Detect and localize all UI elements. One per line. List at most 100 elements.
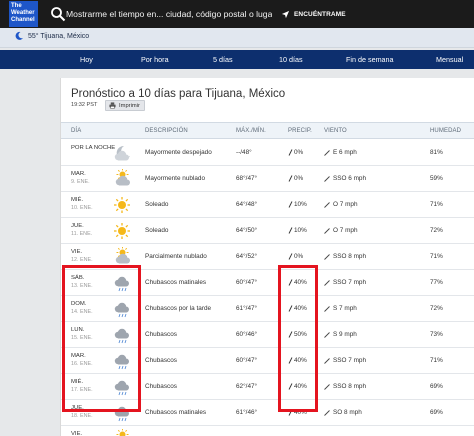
precip-value: 40% xyxy=(294,279,307,286)
max-min-temp: 60°/46° xyxy=(236,331,258,338)
humidity-value: 71% xyxy=(430,253,443,260)
wind-cell: SSO 6 mph xyxy=(324,175,366,182)
day-label: MIÉ. xyxy=(71,197,84,203)
tab-5-dias[interactable]: 5 días xyxy=(213,55,233,64)
date-label: 18. ENE. xyxy=(71,413,93,419)
print-label: Imprimir xyxy=(119,102,140,109)
humidity-value: 71% xyxy=(430,201,443,208)
raindrop-icon xyxy=(288,227,293,234)
precip-cell: 0% xyxy=(288,149,303,156)
raindrop-icon xyxy=(288,357,293,364)
wind-arrow-icon xyxy=(324,305,330,312)
max-min-temp: 68°/47° xyxy=(236,175,258,182)
wind-value: SSO 7 mph xyxy=(333,279,367,286)
moon-icon xyxy=(15,31,23,40)
locate-me-label: ENCUÉNTRAME xyxy=(294,10,346,18)
humidity-value: 71% xyxy=(430,357,443,364)
header-precip[interactable]: PRECIP. xyxy=(288,128,312,134)
locate-me-button[interactable]: ENCUÉNTRAME xyxy=(281,8,346,20)
showers-icon xyxy=(114,380,129,396)
max-min-temp: 62°/47° xyxy=(236,383,258,390)
forecast-timestamp: 19:32 PST xyxy=(71,102,98,108)
day-label: MAR. xyxy=(71,171,86,177)
day-label: JUE. xyxy=(71,405,84,411)
forecast-row[interactable]: LUN. 15. ENE. Chubascos 60°/46° 50% S 9 mph 73… xyxy=(61,322,474,348)
wind-cell: SO 8 mph xyxy=(324,409,362,416)
print-button[interactable]: Imprimir xyxy=(105,100,145,111)
wind-arrow-icon xyxy=(324,227,330,234)
forecast-row[interactable]: MIÉ. 10. ENE. Soleado 64°/48° 10% O 7 mph 71% xyxy=(61,192,474,218)
precip-value: 40% xyxy=(294,305,307,312)
precip-value: 40% xyxy=(294,357,307,364)
current-location-label: 55° Tijuana, México xyxy=(28,32,90,40)
wind-value: S 9 mph xyxy=(333,331,357,338)
precip-cell: 40% xyxy=(288,383,307,390)
sunny-icon xyxy=(114,197,130,213)
forecast-row[interactable]: SÁB. 13. ENE. Chubascos matinales 60°/47° 40… xyxy=(61,270,474,296)
description-text: Chubascos por la tarde xyxy=(145,305,212,312)
max-min-temp: 60°/47° xyxy=(236,279,258,286)
forecast-row[interactable]: POR LA NOCHE Mayormente despejado --/48° 0%… xyxy=(61,140,474,166)
current-location-item[interactable]: 55° Tijuana, México xyxy=(14,31,89,41)
raindrop-icon xyxy=(288,201,293,208)
logo-line: Channel xyxy=(11,17,35,24)
search-icon[interactable] xyxy=(50,6,66,22)
precip-cell: 0% xyxy=(288,253,303,260)
header-wind[interactable]: VIENTO xyxy=(324,128,347,134)
header-maxmin[interactable]: MÁX./MÍN. xyxy=(236,128,266,134)
forecast-row[interactable]: JUE. 11. ENE. Soleado 64°/50° 10% O 7 mph 72% xyxy=(61,218,474,244)
tab-mensual[interactable]: Mensual xyxy=(436,55,463,64)
wind-value: SO 8 mph xyxy=(333,409,362,416)
tab-por-hora[interactable]: Por hora xyxy=(141,55,169,64)
precip-cell: 40% xyxy=(288,279,307,286)
forecast-row[interactable]: MIÉ. 17. ENE. Chubascos 62°/47° 40% SSO 8 mph… xyxy=(61,374,474,400)
header-description[interactable]: DESCRIPCIÓN xyxy=(145,128,188,134)
header-humidity[interactable]: HUMEDAD xyxy=(430,128,461,134)
wind-value: O 7 mph xyxy=(333,201,358,208)
description-text: Mayormente nublado xyxy=(145,175,206,182)
date-label: 10. ENE. xyxy=(71,205,93,211)
precip-cell: 40% xyxy=(288,409,307,416)
humidity-value: 69% xyxy=(430,409,443,416)
precip-value: 50% xyxy=(294,331,307,338)
forecast-row[interactable]: VIE. 12. ENE. Parcialmente nublado 64°/52° 0… xyxy=(61,244,474,270)
weather-channel-logo[interactable]: The Weather Channel xyxy=(9,1,38,27)
tab-10-dias[interactable]: 10 días xyxy=(279,55,303,64)
wind-value: SSO 6 mph xyxy=(333,175,367,182)
raindrop-icon xyxy=(288,305,293,312)
date-label: 13. ENE. xyxy=(71,283,93,289)
wind-cell: SSO 8 mph xyxy=(324,253,366,260)
forecast-row[interactable]: VIE.19. ENE. xyxy=(61,426,474,436)
humidity-value: 81% xyxy=(430,149,443,156)
date-label: 9. ENE. xyxy=(71,179,90,185)
forecast-row[interactable]: MAR. 9. ENE. Mayormente nublado 68°/47° 0% SS… xyxy=(61,166,474,192)
raindrop-icon xyxy=(288,331,293,338)
precip-value: 0% xyxy=(294,149,304,156)
forecast-row[interactable]: DOM. 14. ENE. Chubascos por la tarde 61°/47… xyxy=(61,296,474,322)
max-min-temp: --/48° xyxy=(236,149,252,156)
forecast-row[interactable]: JUE. 18. ENE. Chubascos matinales 61°/46° 40… xyxy=(61,400,474,426)
wind-cell: SSO 8 mph xyxy=(324,383,366,390)
date-label: 15. ENE. xyxy=(71,335,93,341)
partly-cloudy-day-icon xyxy=(115,247,130,264)
header-day[interactable]: DÍA xyxy=(71,128,81,134)
forecast-row[interactable]: MAR. 16. ENE. Chubascos 60°/47° 40% SSO 7 mph… xyxy=(61,348,474,374)
location-arrow-icon xyxy=(281,10,290,18)
top-bar: The Weather Channel ENCUÉNTRAME xyxy=(0,0,474,28)
humidity-value: 72% xyxy=(430,305,443,312)
precip-value: 10% xyxy=(294,227,307,234)
tab-hoy[interactable]: Hoy xyxy=(80,55,93,64)
max-min-temp: 64°/48° xyxy=(236,201,258,208)
wind-value: SSO 7 mph xyxy=(333,357,367,364)
location-bar: 55° Tijuana, México xyxy=(0,28,474,48)
tab-fin-de-semana[interactable]: Fin de semana xyxy=(346,55,394,64)
precip-cell: 0% xyxy=(288,175,303,182)
date-label: 12. ENE. xyxy=(71,257,93,263)
wind-value: E 6 mph xyxy=(333,149,357,156)
precip-cell: 10% xyxy=(288,201,307,208)
search-input[interactable] xyxy=(66,5,272,23)
wind-cell: O 7 mph xyxy=(324,227,358,234)
precip-value: 0% xyxy=(294,175,304,182)
wind-arrow-icon xyxy=(324,279,330,286)
wind-cell: E 6 mph xyxy=(324,149,357,156)
